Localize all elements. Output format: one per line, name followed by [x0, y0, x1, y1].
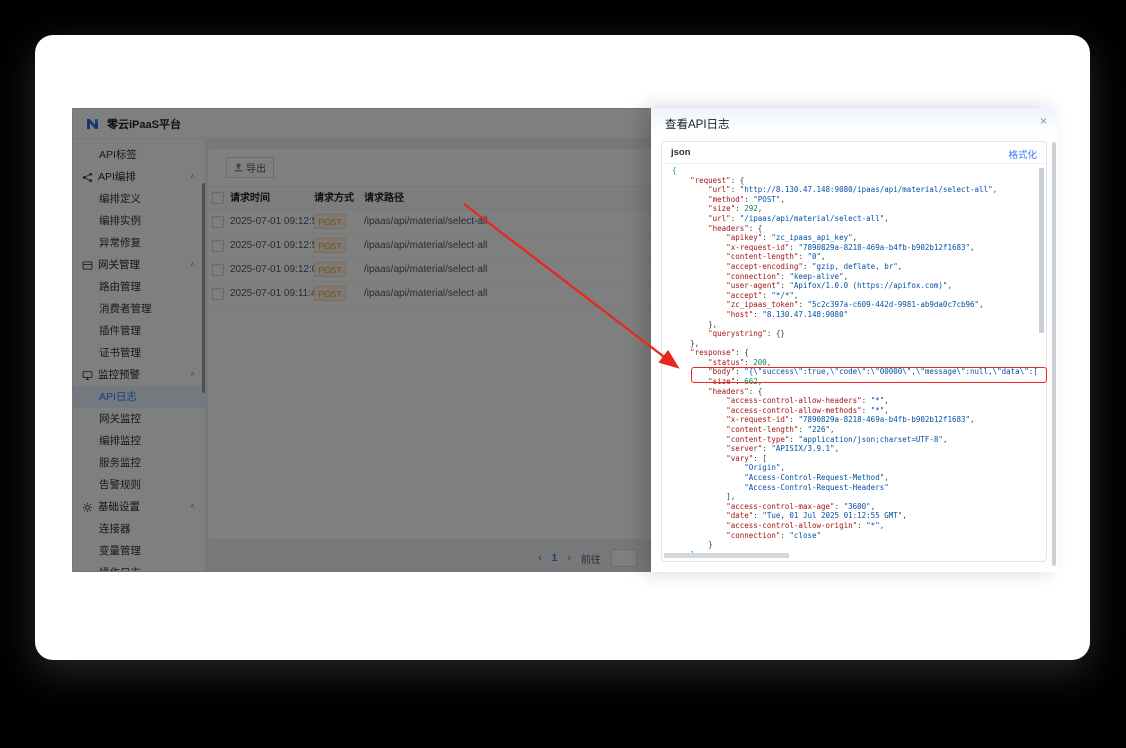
drawer-scrollbar[interactable]: [1052, 142, 1056, 566]
code-line: "user-agent": "Apifox/1.0.0 (https://api…: [672, 281, 1037, 291]
code-line: "Access-Control-Request-Headers": [672, 483, 1037, 493]
code-line: "vary": [: [672, 454, 1037, 464]
code-line: "size": 292,: [672, 204, 1037, 214]
code-line: "host": "8.130.47.148:9080": [672, 310, 1037, 320]
code-line: "x-request-id": "7890829a-8218-469a-b4fb…: [672, 415, 1037, 425]
code-line: ],: [672, 492, 1037, 502]
code-line: "Access-Control-Request-Method",: [672, 473, 1037, 483]
close-icon[interactable]: ×: [1040, 114, 1047, 128]
code-line: "headers": {: [672, 224, 1037, 234]
code-area[interactable]: { "request": { "url": "http://8.130.47.1…: [672, 166, 1037, 553]
code-line: "access-control-allow-origin": "*",: [672, 521, 1037, 531]
code-line: "content-type": "application/json;charse…: [672, 435, 1037, 445]
code-line: }: [672, 540, 1037, 550]
code-line: "server": "APISIX/3.9.1",: [672, 444, 1037, 454]
code-line: "Origin",: [672, 463, 1037, 473]
code-line: "content-length": "226",: [672, 425, 1037, 435]
code-line: "connection": "keep-alive",: [672, 272, 1037, 282]
code-line: "content-length": "0",: [672, 252, 1037, 262]
code-line: "connection": "close": [672, 531, 1037, 541]
code-line: "request": {: [672, 176, 1037, 186]
format-button[interactable]: 格式化: [1008, 147, 1037, 161]
code-line: "access-control-allow-methods": "*",: [672, 406, 1037, 416]
code-line: "zc_ipaas_token": "5c2c397a-c609-442d-99…: [672, 300, 1037, 310]
code-line: "x-request-id": "7890829a-8218-469a-b4fb…: [672, 243, 1037, 253]
code-line: "access-control-allow-headers": "*",: [672, 396, 1037, 406]
code-line: "url": "http://8.130.47.148:9080/ipaas/a…: [672, 185, 1037, 195]
code-line: "response": {: [672, 348, 1037, 358]
editor-horizontal-scrollbar[interactable]: [664, 553, 789, 558]
screenshot-canvas: 零云iPaaS平台 API标签API编排∧编排定义编排实例异常修复网关管理∧路由…: [0, 0, 1126, 748]
code-line: "apikey": "zc_ipaas_api_key",: [672, 233, 1037, 243]
editor-language-label: json: [671, 147, 691, 158]
code-line: },: [672, 320, 1037, 330]
code-line: "accept": "*/*",: [672, 291, 1037, 301]
drawer-title: 查看API日志: [665, 116, 730, 132]
code-line: "method": "POST",: [672, 195, 1037, 205]
code-line: {: [672, 166, 1037, 176]
code-line: "date": "Tue, 01 Jul 2025 01:12:55 GMT",: [672, 511, 1037, 521]
code-line: "access-control-max-age": "3600",: [672, 502, 1037, 512]
annotation-highlight-box: [691, 367, 1047, 383]
json-editor: json 格式化 { "request": { "url": "http://8…: [661, 141, 1047, 562]
api-log-drawer: 查看API日志 × json 格式化 { "request": { "url":…: [651, 108, 1057, 572]
code-line: },: [672, 339, 1037, 349]
code-line: "headers": {: [672, 387, 1037, 397]
code-line: "url": "/ipaas/api/material/select-all",: [672, 214, 1037, 224]
editor-header: json 格式化: [662, 142, 1046, 164]
code-line: "accept-encoding": "gzip, deflate, br",: [672, 262, 1037, 272]
code-line: "querystring": {}: [672, 329, 1037, 339]
editor-vertical-scrollbar[interactable]: [1039, 168, 1044, 333]
